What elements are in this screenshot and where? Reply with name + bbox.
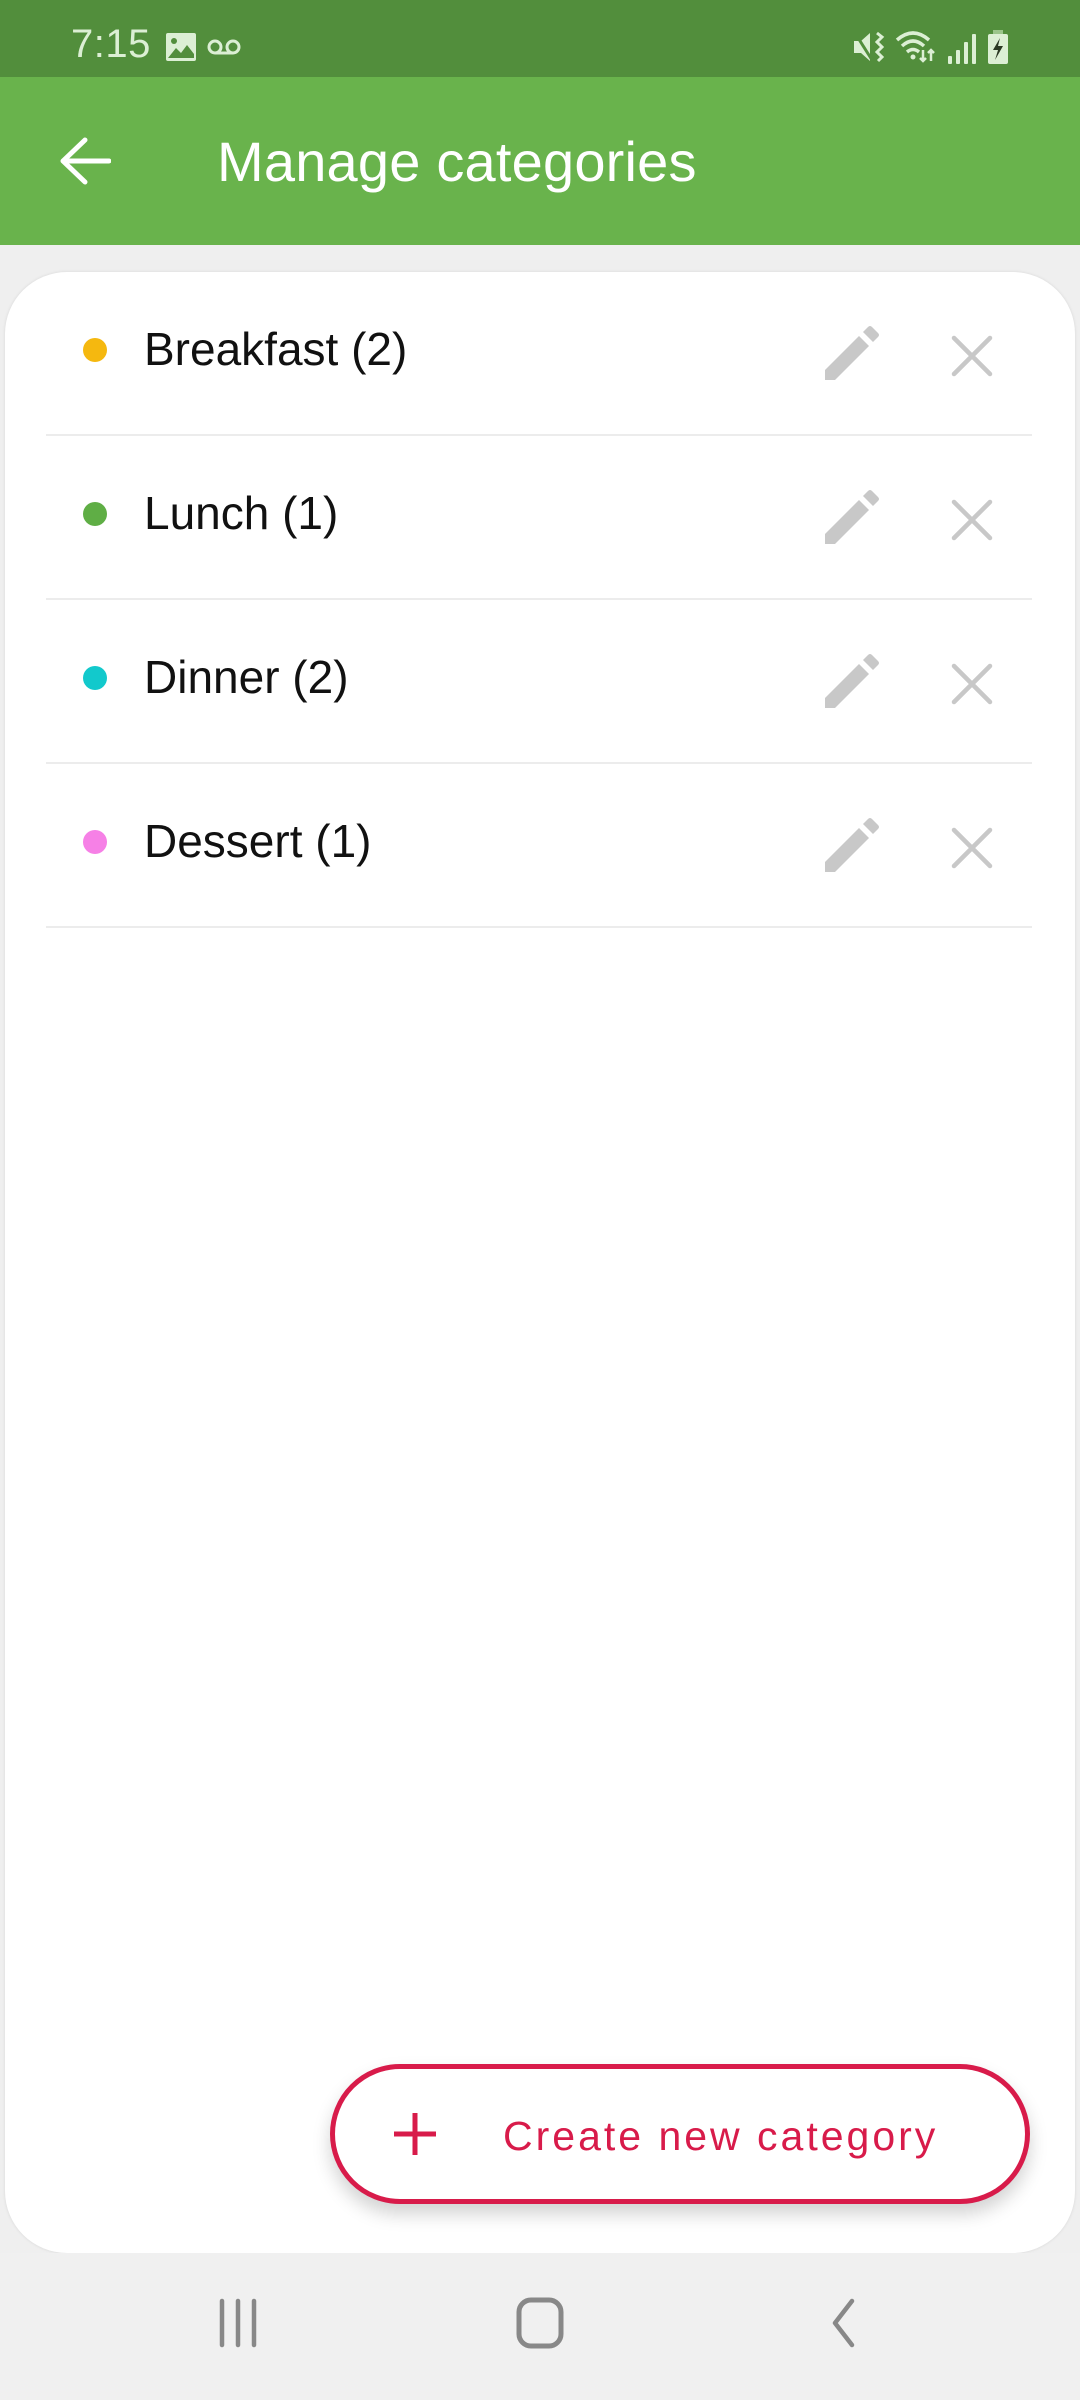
status-time: 7:15 — [71, 22, 151, 66]
vibrate-mute-icon — [853, 31, 885, 63]
edit-category-button[interactable] — [811, 644, 891, 724]
create-category-button[interactable]: Create new category — [330, 2064, 1030, 2204]
pencil-icon — [825, 818, 879, 872]
row-divider — [46, 926, 1032, 928]
category-list: Breakfast (2) Lunch (1) Dinner (2) Desse… — [5, 272, 1075, 928]
recents-button[interactable] — [168, 2273, 308, 2373]
plus-icon — [394, 2113, 436, 2155]
arrow-left-icon — [60, 137, 111, 185]
back-nav-button[interactable] — [773, 2273, 913, 2373]
create-category-label: Create new category — [503, 2113, 939, 2159]
page-title: Manage categories — [217, 130, 697, 193]
app-bar: Manage categories — [0, 77, 1080, 245]
status-bar: 7:15 — [0, 0, 1080, 77]
category-row-breakfast[interactable]: Breakfast (2) — [5, 272, 1075, 436]
category-row-dinner[interactable]: Dinner (2) — [5, 600, 1075, 764]
delete-category-button[interactable] — [932, 316, 1012, 396]
pencil-icon — [825, 654, 879, 708]
category-color-dot — [83, 830, 107, 854]
category-color-dot — [83, 666, 107, 690]
home-icon — [516, 2297, 564, 2349]
recents-icon — [219, 2298, 257, 2348]
back-button[interactable] — [40, 123, 130, 199]
back-chevron-icon — [832, 2298, 855, 2348]
wifi-icon — [895, 31, 935, 63]
category-color-dot — [83, 502, 107, 526]
close-icon — [951, 827, 993, 869]
pencil-icon — [825, 490, 879, 544]
close-icon — [951, 663, 993, 705]
category-label: Lunch (1) — [144, 487, 339, 539]
close-icon — [951, 499, 993, 541]
category-row-lunch[interactable]: Lunch (1) — [5, 436, 1075, 600]
edit-category-button[interactable] — [811, 808, 891, 888]
voicemail-icon — [207, 39, 241, 55]
category-row-dessert[interactable]: Dessert (1) — [5, 764, 1075, 928]
delete-category-button[interactable] — [932, 808, 1012, 888]
delete-category-button[interactable] — [932, 480, 1012, 560]
category-label: Dessert (1) — [144, 815, 372, 867]
battery-charging-icon — [988, 30, 1008, 64]
edit-category-button[interactable] — [811, 480, 891, 560]
category-color-dot — [83, 338, 107, 362]
delete-category-button[interactable] — [932, 644, 1012, 724]
home-button[interactable] — [470, 2273, 610, 2373]
cellular-signal-icon — [948, 34, 976, 64]
close-icon — [951, 335, 993, 377]
category-label: Dinner (2) — [144, 651, 349, 703]
system-nav-bar — [0, 2253, 1080, 2400]
gallery-notification-icon — [166, 33, 196, 61]
category-label: Breakfast (2) — [144, 323, 408, 375]
categories-card: Breakfast (2) Lunch (1) Dinner (2) Desse… — [5, 272, 1075, 2253]
edit-category-button[interactable] — [811, 316, 891, 396]
pencil-icon — [825, 326, 879, 380]
